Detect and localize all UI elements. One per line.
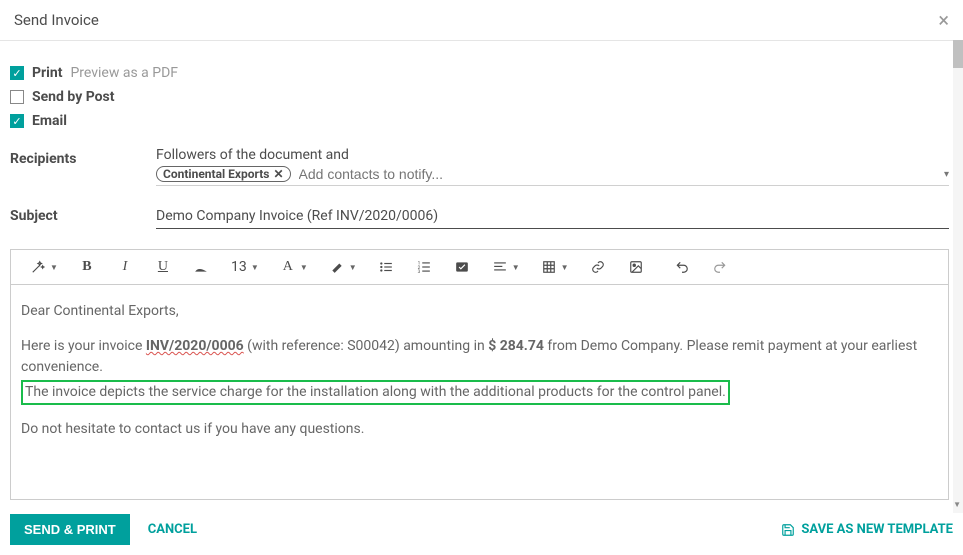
scrollbar-down-icon[interactable]: ▼ (953, 500, 961, 509)
checklist-icon[interactable] (453, 256, 471, 278)
modal-body: ✓ Print Preview as a PDF Send by Post ✓ … (0, 41, 959, 504)
highlight-icon[interactable] (328, 256, 346, 278)
editor-body[interactable]: Dear Continental Exports, Here is your i… (11, 285, 948, 499)
recipients-field: Followers of the document and Continenta… (156, 147, 949, 186)
modal-footer: SEND & PRINT CANCEL SAVE AS NEW TEMPLATE (0, 504, 963, 555)
body-main-line: Here is your invoice INV/2020/0006 (with… (21, 336, 938, 378)
body-closing: Do not hesitate to contact us if you hav… (21, 419, 938, 440)
italic-button[interactable]: I (116, 256, 134, 278)
magic-wand-icon[interactable] (29, 256, 47, 278)
scrollbar-track[interactable] (953, 40, 963, 513)
remove-format-icon[interactable] (192, 256, 210, 278)
recipients-label: Recipients (10, 147, 156, 186)
recipient-tag-remove-icon[interactable]: ✕ (273, 167, 283, 181)
modal-title: Send Invoice (14, 11, 99, 29)
subject-field (156, 204, 949, 229)
send-invoice-modal: Send Invoice × ✓ Print Preview as a PDF … (0, 0, 963, 555)
font-color-icon[interactable]: A (279, 256, 297, 278)
recipients-followers-text: Followers of the document and (156, 147, 949, 163)
redo-icon[interactable] (711, 256, 729, 278)
font-size-button[interactable]: 13 (230, 256, 248, 278)
print-checkbox[interactable]: ✓ (10, 66, 24, 80)
editor-toolbar: ▼ B I U 13 ▼ (11, 250, 948, 285)
recipient-tag: Continental Exports ✕ (156, 166, 291, 182)
print-hint-link[interactable]: Preview as a PDF (70, 65, 178, 81)
body-greeting: Dear Continental Exports, (21, 301, 938, 322)
editor: ▼ B I U 13 ▼ (10, 249, 949, 500)
link-icon[interactable] (589, 256, 607, 278)
modal-header: Send Invoice × (0, 0, 963, 41)
bold-button[interactable]: B (78, 256, 96, 278)
save-template-button[interactable]: SAVE AS NEW TEMPLATE (781, 522, 953, 537)
email-checkbox[interactable]: ✓ (10, 114, 24, 128)
scrollbar-thumb[interactable] (953, 40, 963, 68)
post-label: Send by Post (32, 89, 114, 105)
send-print-button[interactable]: SEND & PRINT (10, 514, 130, 545)
option-email-row: ✓ Email (10, 113, 949, 129)
invoice-amount: $ 284.74 (488, 338, 544, 354)
chevron-down-icon[interactable]: ▼ (512, 263, 520, 272)
option-post-row: Send by Post (10, 89, 949, 105)
image-icon[interactable] (627, 256, 645, 278)
invoice-ref: INV/2020/0006 (146, 338, 244, 354)
recipients-input[interactable] (297, 165, 944, 183)
unordered-list-icon[interactable] (377, 256, 395, 278)
chevron-down-icon[interactable]: ▼ (561, 263, 569, 272)
cancel-button[interactable]: CANCEL (148, 522, 197, 537)
subject-row: Subject (10, 204, 949, 229)
chevron-down-icon[interactable]: ▼ (300, 263, 308, 272)
subject-label: Subject (10, 204, 156, 229)
recipients-row: Recipients Followers of the document and… (10, 147, 949, 186)
chevron-down-icon[interactable]: ▼ (251, 263, 259, 272)
save-icon (781, 523, 795, 537)
body-highlighted-wrap: The invoice depicts the service charge f… (21, 382, 938, 405)
close-icon[interactable]: × (938, 10, 949, 30)
table-icon[interactable] (540, 256, 558, 278)
email-label: Email (32, 113, 67, 129)
subject-input[interactable] (156, 204, 949, 229)
print-label: Print (32, 65, 62, 81)
undo-icon[interactable] (673, 256, 691, 278)
post-checkbox[interactable] (10, 90, 24, 104)
ordered-list-icon[interactable]: 123 (415, 256, 433, 278)
body-highlighted: The invoice depicts the service charge f… (21, 380, 730, 405)
recipient-tag-label: Continental Exports (163, 167, 269, 181)
svg-text:3: 3 (417, 269, 420, 274)
footer-left: SEND & PRINT CANCEL (10, 514, 197, 545)
chevron-down-icon[interactable]: ▼ (50, 263, 58, 272)
option-print-row: ✓ Print Preview as a PDF (10, 65, 949, 81)
underline-button[interactable]: U (154, 256, 172, 278)
chevron-down-icon[interactable]: ▼ (349, 263, 357, 272)
recipients-input-line[interactable]: Continental Exports ✕ ▾ (156, 165, 949, 186)
recipients-dropdown-icon[interactable]: ▾ (944, 169, 949, 180)
align-icon[interactable] (491, 256, 509, 278)
